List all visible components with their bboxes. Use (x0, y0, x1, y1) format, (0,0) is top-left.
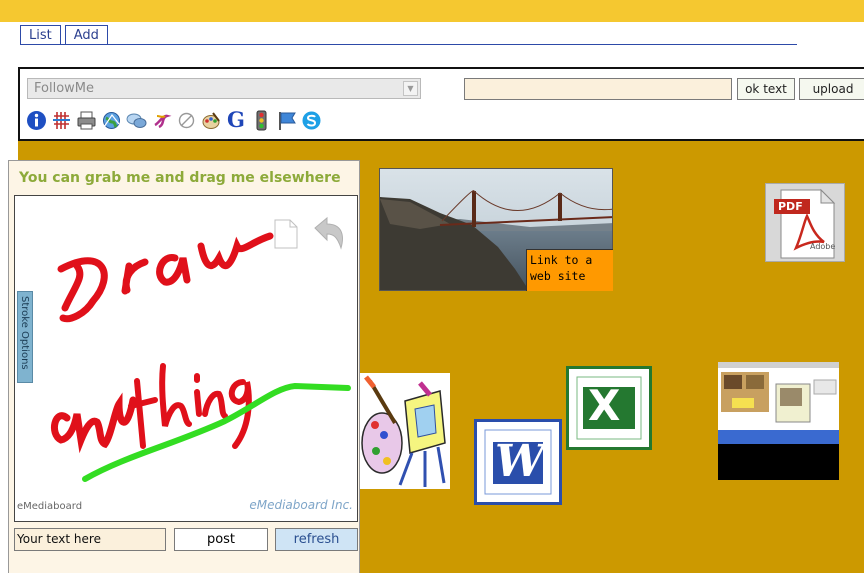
traffic-light-icon[interactable] (250, 109, 272, 131)
info-icon[interactable] (25, 109, 47, 131)
tab-list[interactable]: List (20, 25, 61, 45)
brand-footer-left: eMediaboard (17, 501, 83, 512)
google-g-icon[interactable]: G (225, 109, 247, 131)
board-text-input[interactable] (464, 78, 732, 100)
post-text-input[interactable]: Your text here (14, 528, 166, 551)
toolbar-panel: FollowMe ▼ ok text upload G (18, 67, 864, 141)
brand-footer-right: eMediaboard Inc. (249, 498, 353, 512)
chevron-down-icon[interactable]: ▼ (403, 81, 418, 96)
excel-document-icon[interactable]: X (566, 366, 652, 450)
post-button[interactable]: post (174, 528, 268, 551)
tab-add[interactable]: Add (64, 25, 108, 45)
flag-icon[interactable] (275, 109, 297, 131)
followme-select-value: FollowMe (34, 81, 94, 96)
adobe-label: Adobe (810, 242, 836, 251)
google-g-letter: G (227, 107, 245, 132)
printer-icon[interactable] (75, 109, 97, 131)
tool-icon-row: G (25, 109, 322, 131)
drag-hint-title: You can grab me and drag me elsewhere (19, 170, 341, 186)
screenshot-thumbnail[interactable] (718, 362, 839, 480)
chat-icon[interactable] (125, 109, 147, 131)
pdf-label: PDF (778, 200, 803, 213)
stroke-options-label: Stroke Options (19, 296, 30, 370)
followme-select[interactable]: FollowMe ▼ (27, 78, 421, 99)
new-page-icon[interactable] (273, 218, 299, 250)
ok-text-button[interactable]: ok text (737, 78, 795, 100)
refresh-button[interactable]: refresh (275, 528, 358, 551)
tab-bar: List Add (20, 25, 112, 45)
word-document-icon[interactable]: W (474, 419, 562, 505)
web-link-label[interactable]: Link to a web site (526, 249, 613, 291)
tab-divider (20, 44, 797, 45)
undo-icon[interactable] (307, 216, 347, 252)
top-banner (0, 0, 864, 22)
stroke-options-tab[interactable]: Stroke Options (17, 291, 33, 383)
skype-icon[interactable] (300, 109, 322, 131)
drawing-widget[interactable]: You can grab me and drag me elsewhere eM… (8, 160, 360, 573)
swirl-icon[interactable] (150, 109, 172, 131)
word-letter: W (495, 436, 545, 487)
pdf-document-icon[interactable]: PDF Adobe (765, 183, 845, 262)
drawing-canvas[interactable]: eMediaboard eMediaboard Inc. (14, 195, 358, 522)
excel-letter: X (588, 381, 621, 430)
palette-icon[interactable] (200, 109, 222, 131)
grid-icon[interactable] (50, 109, 72, 131)
paint-clipart[interactable] (360, 373, 450, 489)
upload-button[interactable]: upload (799, 78, 864, 100)
globe-icon[interactable] (100, 109, 122, 131)
no-entry-icon[interactable] (175, 109, 197, 131)
